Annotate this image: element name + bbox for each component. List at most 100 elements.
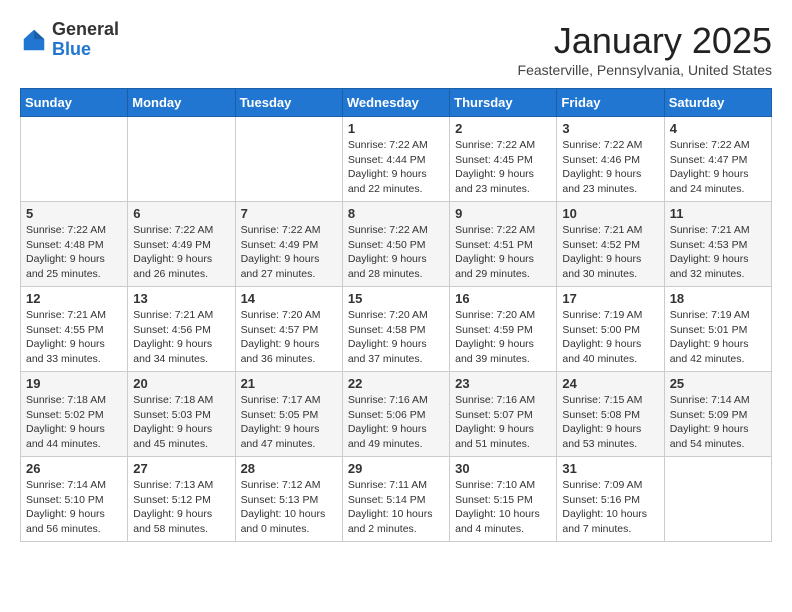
day-info: Sunrise: 7:15 AM Sunset: 5:08 PM Dayligh… xyxy=(562,393,658,452)
calendar-header: SundayMondayTuesdayWednesdayThursdayFrid… xyxy=(21,89,772,117)
day-number: 18 xyxy=(670,291,766,306)
calendar-day-cell xyxy=(235,117,342,202)
day-of-week-header: Monday xyxy=(128,89,235,117)
day-info: Sunrise: 7:21 AM Sunset: 4:56 PM Dayligh… xyxy=(133,308,229,367)
calendar-week-row: 1 Sunrise: 7:22 AM Sunset: 4:44 PM Daylig… xyxy=(21,117,772,202)
day-info: Sunrise: 7:22 AM Sunset: 4:50 PM Dayligh… xyxy=(348,223,444,282)
calendar-day-cell: 31Sunrise: 7:09 AM Sunset: 5:16 PM Dayli… xyxy=(557,457,664,542)
day-number: 28 xyxy=(241,461,337,476)
logo: General Blue xyxy=(20,20,119,60)
calendar-day-cell: 23Sunrise: 7:16 AM Sunset: 5:07 PM Dayli… xyxy=(450,372,557,457)
day-number: 29 xyxy=(348,461,444,476)
day-number: 12 xyxy=(26,291,122,306)
day-number: 17 xyxy=(562,291,658,306)
day-info: Sunrise: 7:18 AM Sunset: 5:03 PM Dayligh… xyxy=(133,393,229,452)
calendar-day-cell: 21Sunrise: 7:17 AM Sunset: 5:05 PM Dayli… xyxy=(235,372,342,457)
calendar-day-cell: 15Sunrise: 7:20 AM Sunset: 4:58 PM Dayli… xyxy=(342,287,449,372)
logo-text: General Blue xyxy=(52,20,119,60)
day-info: Sunrise: 7:12 AM Sunset: 5:13 PM Dayligh… xyxy=(241,478,337,537)
logo-blue: Blue xyxy=(52,40,119,60)
calendar-day-cell xyxy=(21,117,128,202)
calendar-week-row: 12 Sunrise: 7:21 AM Sunset: 4:55 PM Dayli… xyxy=(21,287,772,372)
day-info: Sunrise: 7:21 AM Sunset: 4:52 PM Dayligh… xyxy=(562,223,658,282)
day-number: 23 xyxy=(455,376,551,391)
day-info: Sunrise: 7:11 AM Sunset: 5:14 PM Dayligh… xyxy=(348,478,444,537)
day-info: Sunrise: 7:21 AM Sunset: 4:55 PM Dayligh… xyxy=(26,308,122,367)
day-of-week-header: Sunday xyxy=(21,89,128,117)
day-info: Sunrise: 7:09 AM Sunset: 5:16 PM Dayligh… xyxy=(562,478,658,537)
calendar-day-cell: 22 Sunrise: 7:16 AM Sunset: 5:06 PM Dayli… xyxy=(342,372,449,457)
calendar-week-row: 5 Sunrise: 7:22 AM Sunset: 4:48 PM Daylig… xyxy=(21,202,772,287)
calendar-day-cell: 5 Sunrise: 7:22 AM Sunset: 4:48 PM Daylig… xyxy=(21,202,128,287)
day-number: 16 xyxy=(455,291,551,306)
day-of-week-header: Wednesday xyxy=(342,89,449,117)
day-info: Sunrise: 7:17 AM Sunset: 5:05 PM Dayligh… xyxy=(241,393,337,452)
calendar-day-cell: 14 Sunrise: 7:20 AM Sunset: 4:57 PM Dayli… xyxy=(235,287,342,372)
day-info: Sunrise: 7:20 AM Sunset: 4:58 PM Dayligh… xyxy=(348,308,444,367)
logo-general: General xyxy=(52,20,119,40)
day-number: 8 xyxy=(348,206,444,221)
calendar-day-cell: 12 Sunrise: 7:21 AM Sunset: 4:55 PM Dayli… xyxy=(21,287,128,372)
calendar-day-cell: 10Sunrise: 7:21 AM Sunset: 4:52 PM Dayli… xyxy=(557,202,664,287)
calendar-day-cell: 2Sunrise: 7:22 AM Sunset: 4:45 PM Daylig… xyxy=(450,117,557,202)
logo-icon xyxy=(20,26,48,54)
day-info: Sunrise: 7:21 AM Sunset: 4:53 PM Dayligh… xyxy=(670,223,766,282)
calendar-day-cell: 3 Sunrise: 7:22 AM Sunset: 4:46 PM Daylig… xyxy=(557,117,664,202)
day-info: Sunrise: 7:18 AM Sunset: 5:02 PM Dayligh… xyxy=(26,393,122,452)
location: Feasterville, Pennsylvania, United State… xyxy=(518,62,772,78)
calendar-day-cell: 27 Sunrise: 7:13 AM Sunset: 5:12 PM Dayli… xyxy=(128,457,235,542)
calendar: SundayMondayTuesdayWednesdayThursdayFrid… xyxy=(20,88,772,542)
day-info: Sunrise: 7:22 AM Sunset: 4:47 PM Dayligh… xyxy=(670,138,766,197)
day-number: 14 xyxy=(241,291,337,306)
day-number: 30 xyxy=(455,461,551,476)
calendar-day-cell: 13 Sunrise: 7:21 AM Sunset: 4:56 PM Dayli… xyxy=(128,287,235,372)
calendar-day-cell: 7Sunrise: 7:22 AM Sunset: 4:49 PM Daylig… xyxy=(235,202,342,287)
day-of-week-header: Friday xyxy=(557,89,664,117)
day-of-week-header: Thursday xyxy=(450,89,557,117)
day-number: 3 xyxy=(562,121,658,136)
calendar-day-cell: 17 Sunrise: 7:19 AM Sunset: 5:00 PM Dayli… xyxy=(557,287,664,372)
day-number: 20 xyxy=(133,376,229,391)
day-info: Sunrise: 7:14 AM Sunset: 5:10 PM Dayligh… xyxy=(26,478,122,537)
calendar-day-cell: 8 Sunrise: 7:22 AM Sunset: 4:50 PM Daylig… xyxy=(342,202,449,287)
calendar-day-cell: 20 Sunrise: 7:18 AM Sunset: 5:03 PM Dayli… xyxy=(128,372,235,457)
calendar-day-cell: 18 Sunrise: 7:19 AM Sunset: 5:01 PM Dayli… xyxy=(664,287,771,372)
day-of-week-header: Saturday xyxy=(664,89,771,117)
calendar-day-cell: 29 Sunrise: 7:11 AM Sunset: 5:14 PM Dayli… xyxy=(342,457,449,542)
day-info: Sunrise: 7:16 AM Sunset: 5:06 PM Dayligh… xyxy=(348,393,444,452)
day-info: Sunrise: 7:22 AM Sunset: 4:46 PM Dayligh… xyxy=(562,138,658,197)
title-area: January 2025 Feasterville, Pennsylvania,… xyxy=(518,20,772,78)
days-of-week-row: SundayMondayTuesdayWednesdayThursdayFrid… xyxy=(21,89,772,117)
calendar-day-cell: 16Sunrise: 7:20 AM Sunset: 4:59 PM Dayli… xyxy=(450,287,557,372)
calendar-day-cell: 19Sunrise: 7:18 AM Sunset: 5:02 PM Dayli… xyxy=(21,372,128,457)
day-number: 22 xyxy=(348,376,444,391)
calendar-day-cell xyxy=(128,117,235,202)
calendar-day-cell: 24Sunrise: 7:15 AM Sunset: 5:08 PM Dayli… xyxy=(557,372,664,457)
day-number: 1 xyxy=(348,121,444,136)
day-info: Sunrise: 7:10 AM Sunset: 5:15 PM Dayligh… xyxy=(455,478,551,537)
day-number: 5 xyxy=(26,206,122,221)
day-info: Sunrise: 7:22 AM Sunset: 4:51 PM Dayligh… xyxy=(455,223,551,282)
day-number: 27 xyxy=(133,461,229,476)
day-number: 13 xyxy=(133,291,229,306)
day-of-week-header: Tuesday xyxy=(235,89,342,117)
calendar-body: 1 Sunrise: 7:22 AM Sunset: 4:44 PM Daylig… xyxy=(21,117,772,542)
day-info: Sunrise: 7:22 AM Sunset: 4:45 PM Dayligh… xyxy=(455,138,551,197)
calendar-day-cell xyxy=(664,457,771,542)
day-info: Sunrise: 7:13 AM Sunset: 5:12 PM Dayligh… xyxy=(133,478,229,537)
calendar-week-row: 19Sunrise: 7:18 AM Sunset: 5:02 PM Dayli… xyxy=(21,372,772,457)
day-info: Sunrise: 7:19 AM Sunset: 5:01 PM Dayligh… xyxy=(670,308,766,367)
day-info: Sunrise: 7:20 AM Sunset: 4:57 PM Dayligh… xyxy=(241,308,337,367)
day-info: Sunrise: 7:14 AM Sunset: 5:09 PM Dayligh… xyxy=(670,393,766,452)
calendar-day-cell: 9Sunrise: 7:22 AM Sunset: 4:51 PM Daylig… xyxy=(450,202,557,287)
day-info: Sunrise: 7:22 AM Sunset: 4:49 PM Dayligh… xyxy=(133,223,229,282)
day-number: 25 xyxy=(670,376,766,391)
calendar-day-cell: 30 Sunrise: 7:10 AM Sunset: 5:15 PM Dayli… xyxy=(450,457,557,542)
day-number: 4 xyxy=(670,121,766,136)
day-number: 26 xyxy=(26,461,122,476)
day-info: Sunrise: 7:19 AM Sunset: 5:00 PM Dayligh… xyxy=(562,308,658,367)
day-info: Sunrise: 7:22 AM Sunset: 4:48 PM Dayligh… xyxy=(26,223,122,282)
day-info: Sunrise: 7:22 AM Sunset: 4:49 PM Dayligh… xyxy=(241,223,337,282)
calendar-day-cell: 1 Sunrise: 7:22 AM Sunset: 4:44 PM Daylig… xyxy=(342,117,449,202)
day-info: Sunrise: 7:22 AM Sunset: 4:44 PM Dayligh… xyxy=(348,138,444,197)
